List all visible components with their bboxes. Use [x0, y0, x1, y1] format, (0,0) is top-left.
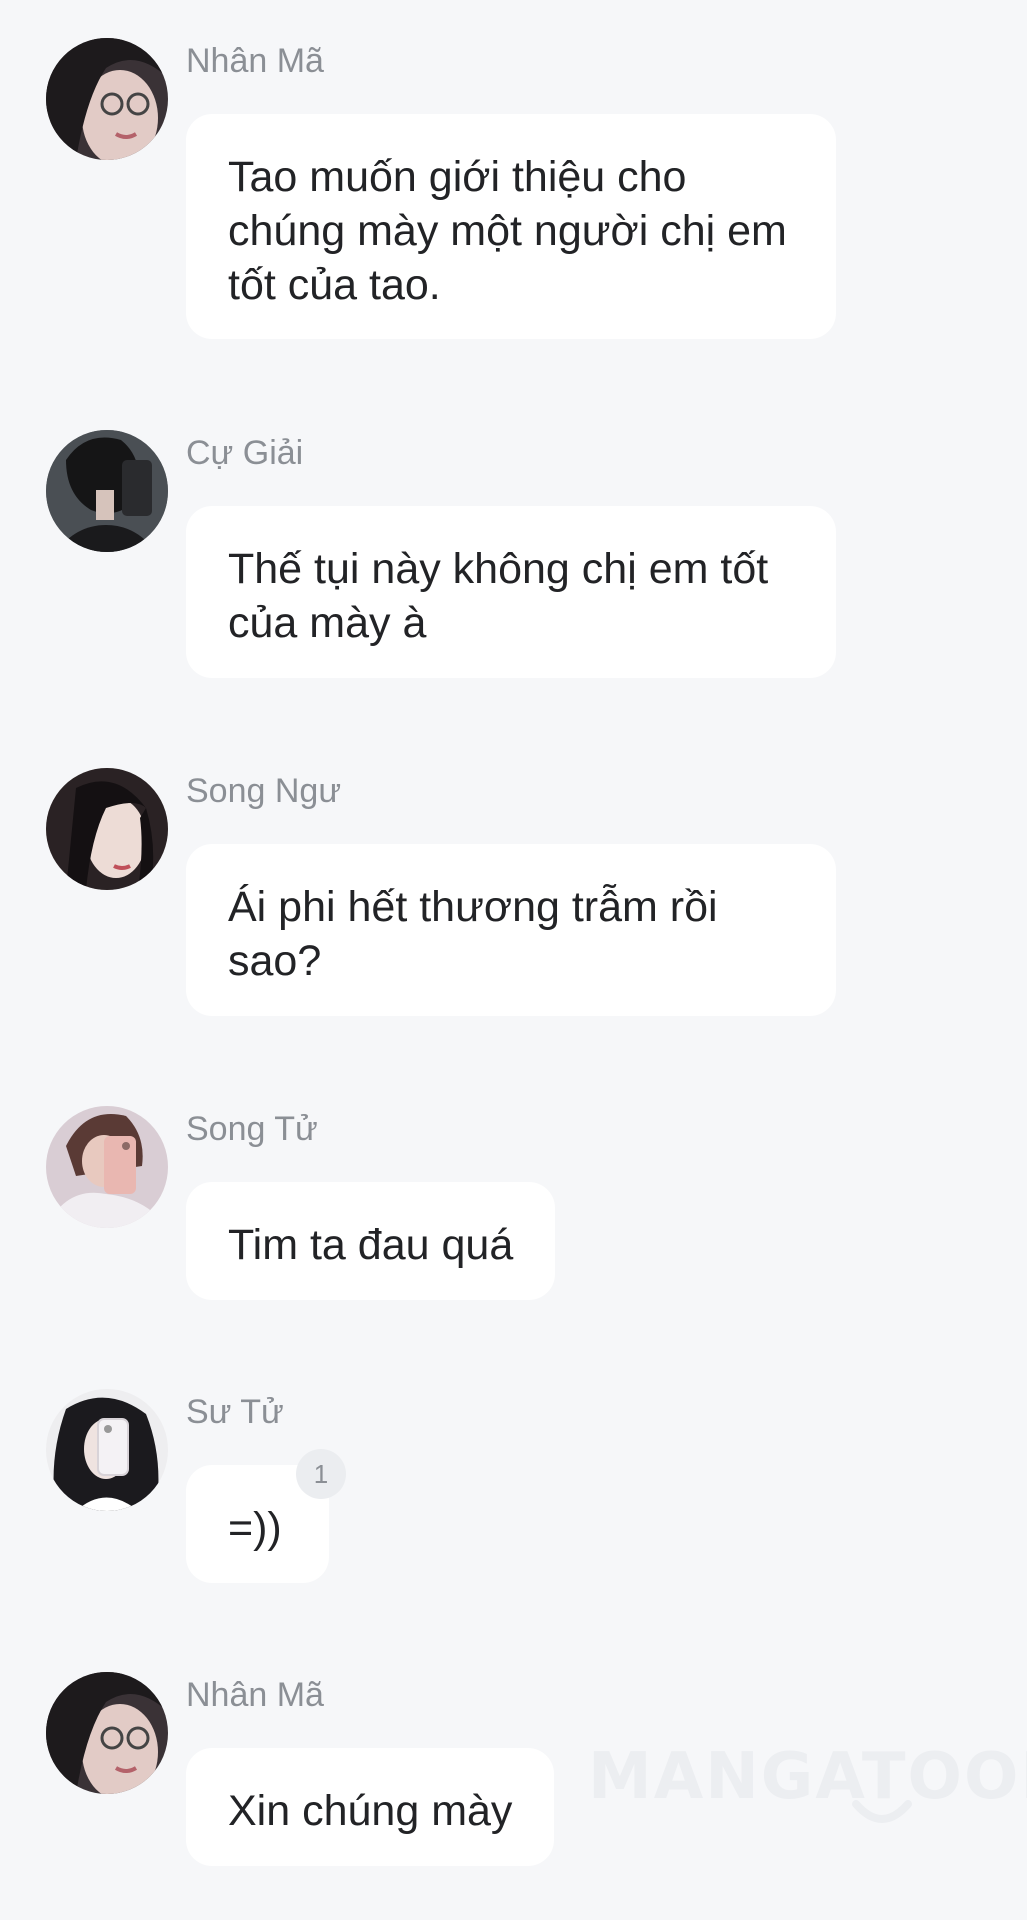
- avatar[interactable]: [46, 430, 168, 552]
- sender-name: Nhân Mã: [186, 1676, 324, 1714]
- sender-name: Cự Giải: [186, 434, 304, 472]
- avatar[interactable]: [46, 1672, 168, 1794]
- sender-name: Nhân Mã: [186, 42, 324, 80]
- message-bubble[interactable]: Tao muốn giới thiệu cho chúng mày một ng…: [186, 114, 836, 339]
- watermark-smile-icon: [852, 1800, 912, 1823]
- message-bubble[interactable]: Ái phi hết thương trẫm rồi sao?: [186, 844, 836, 1016]
- avatar[interactable]: [46, 1389, 168, 1511]
- reaction-count-badge[interactable]: 1: [296, 1449, 346, 1499]
- sender-name: Sư Tử: [186, 1393, 284, 1431]
- message-text: =)): [228, 1504, 282, 1552]
- chat-thread: Nhân Mã Tao muốn giới thiệu cho chúng mà…: [0, 0, 1027, 1920]
- message-text: Ái phi hết thương trẫm rồi sao?: [228, 883, 718, 985]
- watermark-logo: MANGATOON: [588, 1740, 1027, 1814]
- message-bubble[interactable]: Xin chúng mày: [186, 1748, 555, 1866]
- message-text: Tao muốn giới thiệu cho chúng mày một ng…: [228, 153, 787, 309]
- message-bubble[interactable]: Tim ta đau quá: [186, 1182, 556, 1300]
- message-bubble[interactable]: Thế tụi này không chị em tốt của mày à: [186, 506, 836, 678]
- avatar[interactable]: [46, 768, 168, 890]
- sender-name: Song Ngư: [186, 772, 342, 810]
- avatar[interactable]: [46, 1106, 168, 1228]
- avatar[interactable]: [46, 38, 168, 160]
- message-text: Thế tụi này không chị em tốt của mày à: [228, 545, 769, 647]
- message-text: Tim ta đau quá: [228, 1221, 514, 1269]
- message-text: Xin chúng mày: [228, 1787, 513, 1835]
- sender-name: Song Tử: [186, 1110, 318, 1148]
